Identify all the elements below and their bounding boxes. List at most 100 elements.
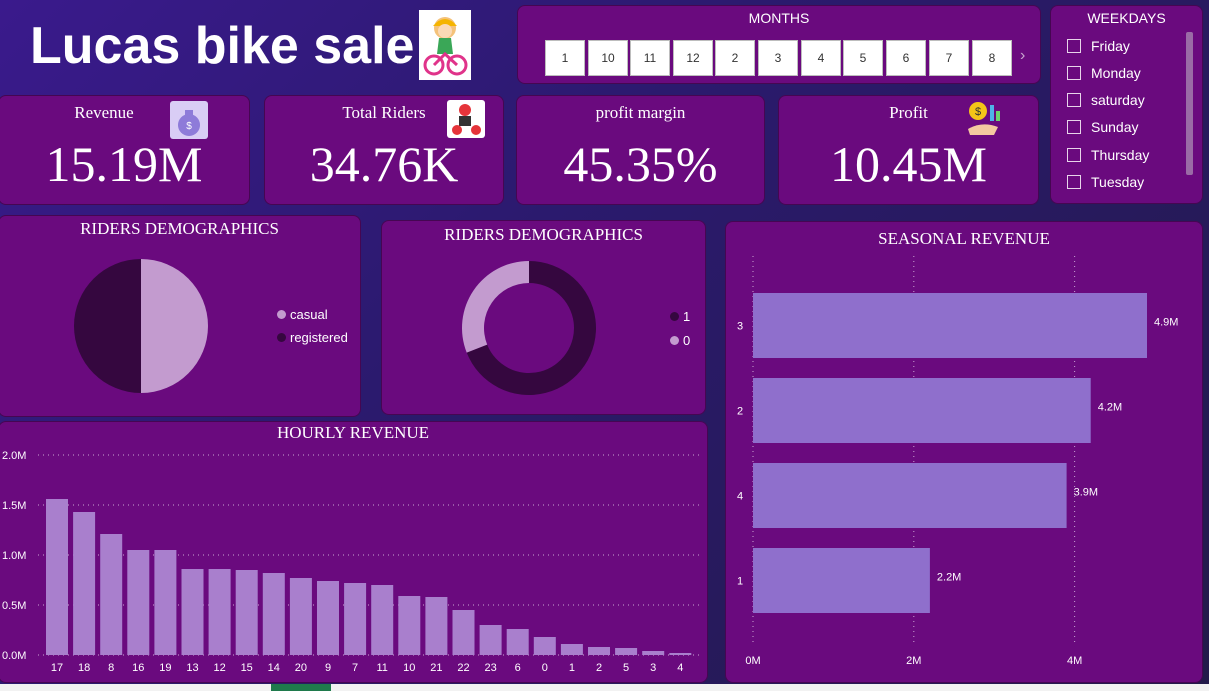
bar[interactable] — [669, 653, 692, 655]
x-tick-label: 18 — [78, 662, 90, 674]
hourly-revenue-panel: HOURLY REVENUE 0.0M 0.5M 1.0M 1.5M 2.0M 17 18 8… — [0, 421, 708, 683]
x-tick-label: 2 — [596, 662, 602, 674]
checkbox-icon[interactable] — [1067, 148, 1081, 162]
x-tick-label: 23 — [484, 662, 496, 674]
donut-slice[interactable] — [462, 261, 529, 353]
weekday-label: Sunday — [1091, 119, 1139, 135]
weekday-option[interactable]: Sunday — [1067, 117, 1138, 137]
bar[interactable] — [398, 596, 421, 655]
x-tick-label: 5 — [623, 662, 629, 674]
kpi-value: 15.19M — [45, 136, 203, 192]
bar[interactable] — [479, 625, 502, 655]
bar[interactable] — [533, 637, 556, 655]
x-tick-label: 21 — [430, 662, 442, 674]
x-tick-label: 15 — [241, 662, 253, 674]
scooter-rider-icon — [447, 100, 485, 138]
month-button[interactable]: 10 — [588, 40, 628, 76]
legend-item: casual — [277, 307, 328, 322]
pie-slice[interactable] — [74, 259, 141, 393]
bar[interactable] — [181, 569, 204, 655]
chevron-right-icon[interactable]: › — [1020, 47, 1025, 65]
month-button[interactable]: 7 — [929, 40, 969, 76]
weekday-label: Friday — [1091, 38, 1130, 54]
scrollbar[interactable] — [1186, 32, 1193, 175]
y-tick-label: 0.5M — [2, 600, 26, 612]
bar[interactable] — [317, 581, 339, 655]
kpi-profit-card: Profit 10.45M $ — [778, 95, 1039, 205]
legend-item: 1 — [670, 309, 690, 324]
checkbox-icon[interactable] — [1067, 93, 1081, 107]
month-button[interactable]: 5 — [843, 40, 883, 76]
legend-label: registered — [290, 330, 348, 345]
weekday-option[interactable]: Thursday — [1067, 145, 1149, 165]
checkbox-icon[interactable] — [1067, 66, 1081, 80]
bar[interactable] — [235, 570, 258, 655]
bar[interactable] — [753, 293, 1147, 358]
weekday-label: Monday — [1091, 65, 1141, 81]
bar[interactable] — [73, 512, 96, 655]
month-button[interactable]: 8 — [972, 40, 1012, 76]
bar[interactable] — [289, 578, 312, 655]
bar[interactable] — [100, 534, 123, 655]
bar[interactable] — [344, 583, 367, 655]
data-label: 3.9M — [1074, 487, 1098, 499]
month-button[interactable]: 1 — [545, 40, 585, 76]
x-tick-label: 13 — [186, 662, 198, 674]
legend-item: 0 — [670, 333, 690, 348]
month-button[interactable]: 2 — [715, 40, 755, 76]
bar[interactable] — [506, 629, 529, 655]
month-button[interactable]: 3 — [758, 40, 798, 76]
bar[interactable] — [753, 463, 1067, 528]
months-slicer: MONTHS 1 10 11 12 2 3 4 5 6 7 8 › — [517, 5, 1041, 84]
bar[interactable] — [753, 378, 1091, 443]
svg-text:$: $ — [186, 121, 192, 132]
checkbox-icon[interactable] — [1067, 39, 1081, 53]
x-tick-label: 1 — [569, 662, 575, 674]
kpi-value: 34.76K — [309, 136, 459, 192]
svg-text:$: $ — [975, 106, 981, 118]
y-tick-label: 2 — [737, 406, 743, 418]
y-tick-label: 2.0M — [2, 450, 26, 462]
bar[interactable] — [127, 550, 150, 655]
hourly-revenue-chart: 0.0M0.5M1.0M1.5M2.0M17 18 8 16 19 13 12 15 14 20 9… — [2, 450, 702, 674]
month-button[interactable]: 4 — [801, 40, 841, 76]
riders-demographics-pie-panel: RIDERS DEMOGRAPHICS casual registered — [0, 215, 361, 417]
bar[interactable] — [588, 647, 610, 655]
weekday-option[interactable]: Friday — [1067, 36, 1130, 56]
x-tick-label: 11 — [376, 662, 387, 674]
bar[interactable] — [615, 648, 638, 655]
weekday-option[interactable]: saturday — [1067, 90, 1145, 110]
bar[interactable] — [262, 573, 285, 655]
month-button[interactable]: 12 — [673, 40, 713, 76]
bar[interactable] — [46, 499, 68, 655]
kpi-margin-card: profit margin 45.35% — [516, 95, 765, 205]
bar[interactable] — [642, 651, 665, 655]
x-tick-label: 8 — [108, 662, 114, 674]
y-tick-label: 4 — [737, 491, 743, 503]
bar[interactable] — [154, 550, 177, 655]
bar[interactable] — [452, 610, 475, 655]
y-tick-label: 3 — [737, 321, 743, 333]
bar[interactable] — [371, 585, 394, 655]
month-button[interactable]: 6 — [886, 40, 926, 76]
pie-slice[interactable] — [141, 259, 208, 393]
bar[interactable] — [753, 548, 930, 613]
x-tick-label: 0 — [542, 662, 548, 674]
y-tick-label: 1.0M — [2, 550, 26, 562]
x-tick-label: 17 — [51, 662, 63, 674]
bar[interactable] — [560, 644, 583, 655]
weekday-option[interactable]: Monday — [1067, 63, 1141, 83]
checkbox-icon[interactable] — [1067, 120, 1081, 134]
bar[interactable] — [208, 569, 231, 655]
cyclist-girl-icon — [419, 10, 471, 80]
bar[interactable] — [425, 597, 448, 655]
seasonal-revenue-chart: 0M 2M 4M 3 4.9M 2 4.2M 4 3.9M 1 2.2M — [737, 256, 1178, 667]
active-sheet-tab[interactable] — [271, 684, 331, 691]
checkbox-icon[interactable] — [1067, 175, 1081, 189]
month-button[interactable]: 11 — [630, 40, 670, 76]
legend-label: 1 — [683, 309, 691, 324]
kpi-revenue-card: Revenue 15.19M $ — [0, 95, 250, 205]
x-tick-label: 16 — [132, 662, 144, 674]
weekday-option[interactable]: Tuesday — [1067, 172, 1144, 192]
kpi-label: profit margin — [595, 103, 686, 122]
